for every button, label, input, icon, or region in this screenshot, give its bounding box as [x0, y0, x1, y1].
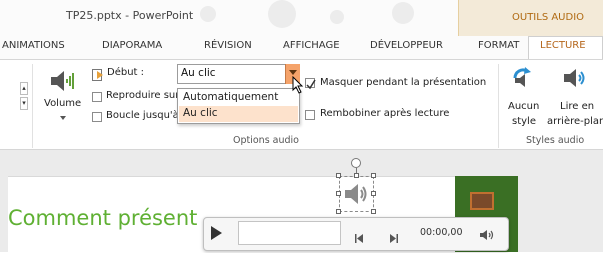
group-label-audio-options: Options audio — [233, 135, 299, 146]
tab-diaporama[interactable]: DIAPORAMA — [102, 40, 162, 51]
separator — [32, 64, 33, 148]
chevron-down-icon — [60, 116, 66, 120]
step-back-icon[interactable] — [355, 228, 364, 247]
hide-during-show-label: Masquer pendant la présentation — [320, 77, 487, 88]
tab-format[interactable]: FORMAT — [478, 40, 519, 51]
slide-title-text[interactable]: Comment présent — [8, 206, 197, 230]
volume-control-icon[interactable] — [479, 226, 495, 245]
resize-handle[interactable] — [336, 209, 341, 214]
chevron-down-icon — [289, 70, 297, 75]
resize-handle[interactable] — [371, 173, 376, 178]
tab-developpeur[interactable]: DÉVELOPPEUR — [370, 40, 443, 51]
option-automatiquement[interactable]: Automatiquement — [183, 91, 278, 103]
play-in-background-line1[interactable]: Lire en — [560, 101, 594, 112]
group-label-audio-styles: Styles audio — [526, 135, 585, 146]
context-tab-label: OUTILS AUDIO — [512, 12, 585, 23]
no-style-icon — [511, 66, 533, 92]
slide-decoration — [470, 192, 494, 210]
background-decoration — [330, 10, 344, 24]
resize-handle[interactable] — [371, 191, 376, 196]
play-across-checkbox[interactable] — [92, 92, 102, 102]
step-forward-icon[interactable] — [389, 228, 398, 247]
volume-icon — [49, 69, 75, 97]
audio-time-readout: 00:00,00 — [420, 227, 463, 238]
resize-handle[interactable] — [371, 209, 376, 214]
play-in-background-icon — [562, 67, 586, 93]
loop-checkbox[interactable] — [92, 112, 102, 122]
window-title: TP25.pptx - PowerPoint — [66, 9, 194, 22]
tab-animations[interactable]: ANIMATIONS — [2, 40, 65, 51]
loop-label: Boucle jusqu'à — [106, 110, 179, 121]
no-style-button-line1[interactable]: Aucun — [508, 101, 539, 112]
clock-icon — [92, 66, 104, 85]
tab-revision[interactable]: RÉVISION — [204, 40, 252, 51]
rotate-handle[interactable] — [351, 158, 361, 168]
start-combobox-value: Au clic — [181, 67, 216, 79]
play-across-label: Reproduire sur — [106, 90, 180, 101]
tab-affichage[interactable]: AFFICHAGE — [283, 40, 340, 51]
cursor-icon — [292, 75, 304, 98]
play-in-background-line2[interactable]: arrière-plan — [547, 116, 603, 127]
audio-progress-bar[interactable] — [238, 221, 341, 245]
spinner-up[interactable]: ▴ — [20, 82, 28, 95]
background-decoration — [200, 6, 216, 22]
rewind-checkbox[interactable] — [305, 110, 315, 120]
no-style-button-line2[interactable]: style — [512, 116, 536, 127]
background-decoration — [268, 0, 296, 28]
separator — [498, 64, 499, 148]
tab-lecture-label: LECTURE — [540, 40, 586, 51]
resize-handle[interactable] — [354, 173, 359, 178]
start-label: Début : — [107, 67, 145, 78]
play-icon[interactable] — [211, 226, 222, 240]
spinner-down[interactable]: ▾ — [20, 97, 28, 110]
resize-handle[interactable] — [336, 191, 341, 196]
background-decoration — [392, 2, 414, 24]
resize-handle[interactable] — [336, 173, 341, 178]
speaker-icon — [343, 183, 369, 209]
option-au-clic-label: Au clic — [183, 107, 218, 119]
checkmark-icon — [305, 75, 316, 94]
rewind-label: Rembobiner après lecture — [320, 108, 450, 119]
volume-button[interactable]: Volume — [44, 98, 81, 109]
